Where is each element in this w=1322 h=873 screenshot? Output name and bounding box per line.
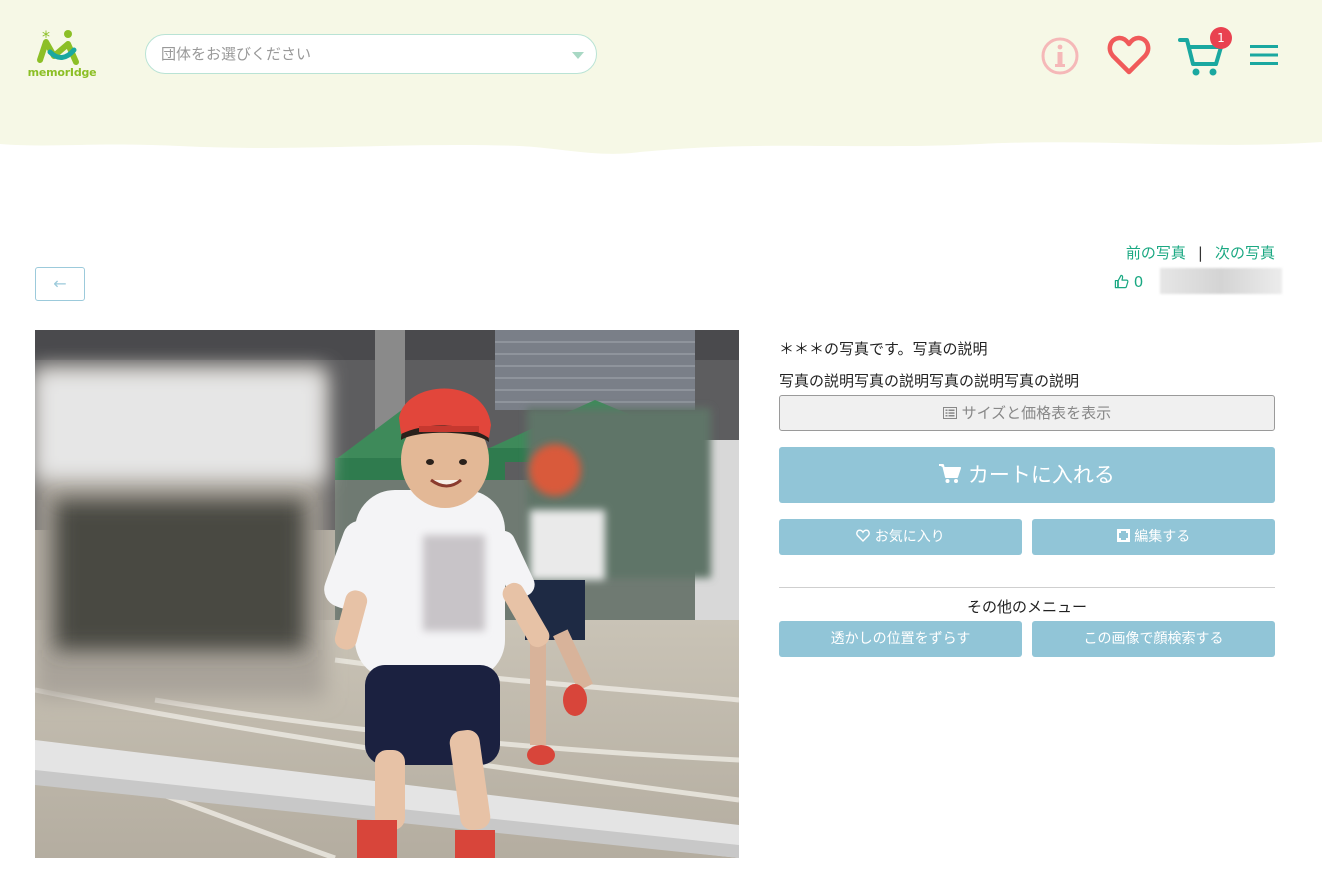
like-button[interactable]: 0 [1114,273,1143,291]
logo-mark-icon: * [37,27,79,65]
header-brush-edge [0,128,1322,154]
photo-description-title: ＊＊＊の写真です。写真の説明 [779,340,988,358]
shift-watermark-button[interactable]: 透かしの位置をずらす [779,621,1022,657]
photo-navigation: 前の写真 | 次の写真 [1126,242,1275,263]
list-icon [942,407,957,419]
favorite-button[interactable]: お気に入り [779,519,1022,555]
arrow-left-icon: ← [53,274,67,293]
nav-separator: | [1197,244,1203,262]
cart-count-badge: 1 [1210,27,1232,49]
org-select-placeholder: 団体をお選びください [161,45,312,63]
hamburger-menu-icon[interactable] [1250,44,1278,66]
face-search-label: この画像で顔検索する [1083,631,1224,647]
next-photo-link[interactable]: 次の写真 [1215,244,1275,262]
other-menu-title: その他のメニュー [966,598,1087,616]
like-count: 0 [1133,273,1144,291]
chevron-down-icon [572,52,584,59]
info-icon[interactable] [1040,36,1080,76]
back-button[interactable]: ← [35,267,85,301]
edit-label: 編集する [1134,529,1191,545]
favorite-label: お気に入り [874,529,945,545]
memoridge-logo[interactable]: * memorIdge [24,27,100,84]
main-photo [35,330,739,858]
heart-icon[interactable] [1107,34,1151,76]
add-to-cart-label: カートに入れる [967,463,1115,487]
size-price-table-label: サイズと価格表を表示 [961,404,1112,422]
size-price-table-button[interactable]: サイズと価格表を表示 [779,395,1275,431]
cart-small-icon [939,464,962,483]
photo-image [35,330,739,858]
shift-watermark-label: 透かしの位置をずらす [830,631,971,647]
thumbs-up-icon [1114,274,1129,289]
blurred-share-widget [1160,268,1282,294]
face-search-button[interactable]: この画像で顔検索する [1032,621,1275,657]
logo-text: memorIdge [27,66,97,79]
edit-icon [1116,529,1130,542]
photo-description-body: 写真の説明写真の説明写真の説明写真の説明 [779,372,1080,390]
heart-outline-icon [856,529,871,542]
prev-photo-link[interactable]: 前の写真 [1126,244,1186,262]
edit-button[interactable]: 編集する [1032,519,1275,555]
organization-select[interactable]: 団体をお選びください [145,34,597,74]
section-divider [779,587,1275,588]
add-to-cart-button[interactable]: カートに入れる [779,447,1275,503]
